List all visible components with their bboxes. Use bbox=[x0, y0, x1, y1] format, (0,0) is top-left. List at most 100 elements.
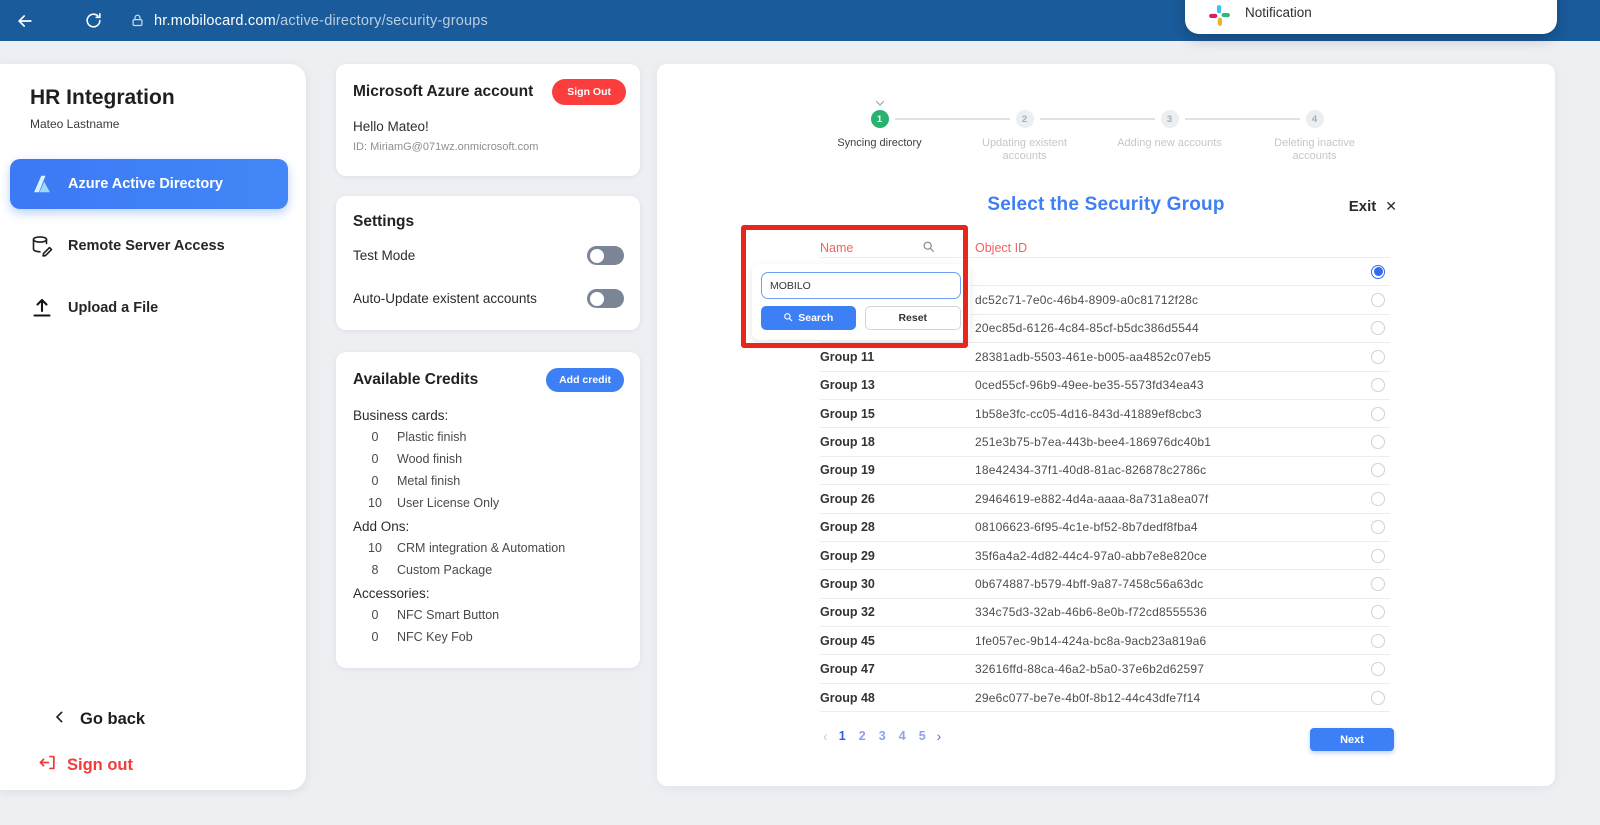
row-radio[interactable] bbox=[1371, 491, 1385, 506]
table-row[interactable]: Group 11 28381adb-5503-461e-b005-aa4852c… bbox=[820, 343, 1390, 372]
page-number[interactable]: 5 bbox=[917, 729, 928, 743]
credits-section-heading: Accessories: bbox=[353, 586, 430, 601]
credits-section: Business cards: 0 Plastic finish 0 Wood … bbox=[353, 408, 624, 511]
credit-qty: 0 bbox=[371, 474, 379, 488]
page-number[interactable]: 3 bbox=[877, 729, 888, 743]
row-radio[interactable] bbox=[1371, 293, 1385, 308]
back-icon[interactable] bbox=[14, 10, 36, 32]
settings-row: Test Mode bbox=[353, 246, 624, 265]
go-back-label: Go back bbox=[80, 710, 146, 728]
group-name: Group 48 bbox=[820, 690, 875, 705]
table-row[interactable]: Group 32 334c75d3-32ab-46b6-8e0b-f72cd85… bbox=[820, 599, 1390, 628]
sign-out-link[interactable]: Sign out bbox=[38, 753, 133, 777]
row-radio[interactable] bbox=[1371, 463, 1385, 478]
group-name: Group 45 bbox=[820, 633, 875, 648]
setting-label: Test Mode bbox=[353, 248, 416, 263]
toggle-switch[interactable] bbox=[587, 246, 624, 265]
step-label: Adding new accounts bbox=[1117, 137, 1222, 149]
table-row[interactable]: Group 45 1fe057ec-9b14-424a-bc8a-9acb23a… bbox=[820, 627, 1390, 656]
page-number[interactable]: 1 bbox=[837, 729, 848, 743]
row-radio[interactable] bbox=[1371, 264, 1385, 279]
account-id-text: ID: MiriamG@071wz.onmicrosoft.com bbox=[353, 141, 539, 153]
credit-item: 0 Metal finish bbox=[353, 473, 624, 489]
row-radio[interactable] bbox=[1371, 321, 1385, 336]
table-row[interactable]: Group 15 1b58e3fc-cc05-4d16-843d-41889ef… bbox=[820, 400, 1390, 429]
row-radio[interactable] bbox=[1371, 548, 1385, 563]
toggle-switch[interactable] bbox=[587, 289, 624, 308]
row-radio[interactable] bbox=[1371, 520, 1385, 535]
row-radio[interactable] bbox=[1371, 605, 1385, 620]
sidebar-nav: Azure Active Directory Remote Server Acc… bbox=[10, 159, 288, 333]
add-credit-button[interactable]: Add credit bbox=[546, 368, 624, 392]
row-radio[interactable] bbox=[1371, 662, 1385, 677]
row-radio[interactable] bbox=[1371, 435, 1385, 450]
credits-card: Available Credits Add credit Business ca… bbox=[336, 352, 640, 668]
next-button[interactable]: Next bbox=[1310, 728, 1394, 751]
column-header-name[interactable]: Name bbox=[820, 241, 853, 255]
row-radio[interactable] bbox=[1371, 633, 1385, 648]
row-radio[interactable] bbox=[1371, 349, 1385, 364]
azure-sign-out-button[interactable]: Sign Out bbox=[552, 79, 626, 105]
credits-card-title: Available Credits bbox=[353, 371, 479, 388]
credit-qty: 10 bbox=[368, 541, 382, 555]
exit-button[interactable]: Exit ✕ bbox=[1349, 198, 1397, 215]
credits-section: Accessories: 0 NFC Smart Button 0 NFC Ke… bbox=[353, 586, 624, 645]
credit-item: 8 Custom Package bbox=[353, 562, 624, 578]
column-search-icon[interactable] bbox=[922, 240, 935, 258]
table-row[interactable]: Group 28 08106623-6f95-4c1e-bf52-8b7dedf… bbox=[820, 514, 1390, 542]
step-label: Syncing directory bbox=[837, 137, 922, 149]
group-name: Group 15 bbox=[820, 406, 875, 421]
column-header-object-id: Object ID bbox=[975, 241, 1028, 255]
group-name: Group 30 bbox=[820, 576, 875, 591]
table-row[interactable]: Group 19 18e42434-37f1-40d8-81ac-826878c… bbox=[820, 457, 1390, 486]
credits-section-heading: Add Ons: bbox=[353, 519, 410, 534]
greeting-text: Hello Mateo! bbox=[353, 119, 429, 134]
credit-qty: 10 bbox=[368, 496, 382, 510]
go-back-link[interactable]: Go back bbox=[52, 709, 145, 730]
pagination-prev-icon[interactable]: ‹ bbox=[823, 728, 828, 744]
page-number[interactable]: 4 bbox=[897, 729, 908, 743]
sidebar-item-upload-a-file[interactable]: Upload a File bbox=[10, 283, 288, 333]
group-name: Group 13 bbox=[820, 378, 875, 393]
row-radio[interactable] bbox=[1371, 406, 1385, 421]
step-label: Updating existent accounts bbox=[982, 137, 1067, 162]
group-name: Group 19 bbox=[820, 463, 875, 478]
sidebar-item-remote-server-access[interactable]: Remote Server Access bbox=[10, 221, 288, 271]
table-row[interactable]: Group 13 0ced55cf-96b9-49ee-be35-5573fd3… bbox=[820, 372, 1390, 400]
credit-label: NFC Smart Button bbox=[397, 608, 500, 622]
step-number: 4 bbox=[1305, 110, 1324, 128]
table-row[interactable]: Group 48 29e6c077-be7e-4b0f-8b12-44c43df… bbox=[820, 684, 1390, 713]
row-radio[interactable] bbox=[1371, 576, 1385, 591]
table-row[interactable]: Group 26 29464619-e882-4d4a-aaaa-8a731a8… bbox=[820, 485, 1390, 514]
credit-qty: 8 bbox=[371, 563, 379, 577]
search-button[interactable]: Search bbox=[761, 306, 856, 330]
table-row[interactable]: Group 30 0b674887-b579-4bff-9a87-7458c56… bbox=[820, 570, 1390, 599]
notification-toast[interactable]: Notification bbox=[1185, 0, 1557, 34]
url-host: hr.mobilocard.com bbox=[154, 12, 276, 29]
slack-icon bbox=[1207, 3, 1232, 28]
refresh-icon[interactable] bbox=[82, 10, 104, 32]
credits-section-heading: Business cards: bbox=[353, 408, 449, 423]
sidebar-item-label: Azure Active Directory bbox=[68, 176, 223, 192]
table-row[interactable]: Group 18 251e3b75-b7ea-443b-bee4-186976d… bbox=[820, 428, 1390, 457]
row-radio[interactable] bbox=[1371, 690, 1385, 705]
credit-item: 0 NFC Key Fob bbox=[353, 629, 624, 645]
search-input[interactable] bbox=[761, 272, 961, 299]
table-row[interactable]: Group 47 32616ffd-88ca-46a2-b5a0-37e6b2d… bbox=[820, 655, 1390, 684]
setting-label: Auto-Update existent accounts bbox=[353, 291, 537, 306]
credit-qty: 0 bbox=[371, 452, 379, 466]
object-id: 0b674887-b579-4bff-9a87-7458c56a63dc bbox=[975, 576, 1204, 591]
pagination-pages: 1 2 3 4 5 bbox=[837, 729, 928, 743]
pagination-next-icon[interactable]: › bbox=[937, 728, 942, 744]
sidebar-item-azure-active-directory[interactable]: Azure Active Directory bbox=[10, 159, 288, 209]
group-name: Group 29 bbox=[820, 548, 875, 563]
table-row[interactable]: Group 29 35f6a4a2-4d82-44c4-97a0-abb7e8e… bbox=[820, 542, 1390, 571]
credit-label: CRM integration & Automation bbox=[397, 541, 566, 555]
reset-button[interactable]: Reset bbox=[864, 306, 961, 330]
stepper-step: 4 Deleting inactive accounts bbox=[1184, 94, 1387, 163]
credits-sections: Business cards: 0 Plastic finish 0 Wood … bbox=[353, 408, 624, 645]
page-number[interactable]: 2 bbox=[857, 729, 868, 743]
row-radio[interactable] bbox=[1371, 378, 1385, 393]
object-id: 18e42434-37f1-40d8-81ac-826878c2786c bbox=[975, 463, 1207, 478]
address-bar[interactable]: hr.mobilocard.com/active-directory/secur… bbox=[154, 13, 488, 29]
